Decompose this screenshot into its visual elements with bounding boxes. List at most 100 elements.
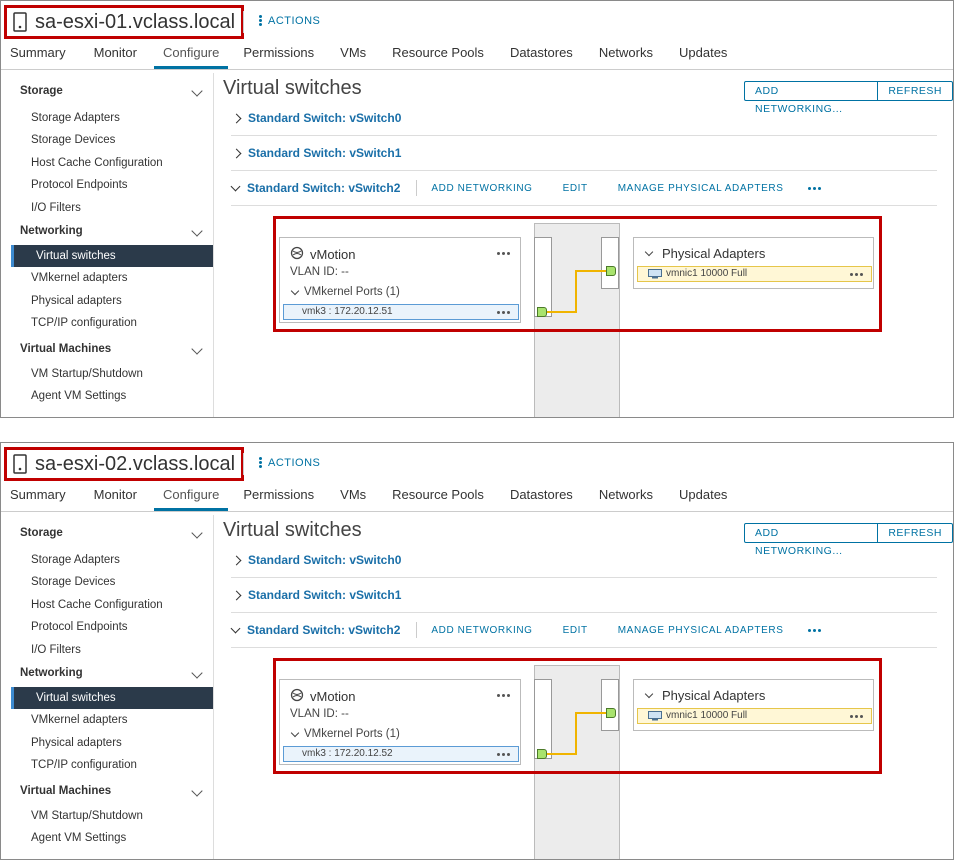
- sidebar-group-networking[interactable]: Networking: [1, 219, 213, 243]
- tab-configure[interactable]: Configure: [153, 43, 229, 69]
- toolbar: ADD NETWORKING... REFRESH: [744, 523, 953, 557]
- edit-link[interactable]: EDIT: [563, 625, 588, 636]
- switch-row-vswitch2[interactable]: Standard Switch: vSwitch2 ADD NETWORKING…: [230, 171, 937, 206]
- tab-resource-pools[interactable]: Resource Pools: [383, 43, 493, 69]
- refresh-button[interactable]: REFRESH: [877, 524, 952, 542]
- highlight-box: [273, 658, 882, 774]
- refresh-button[interactable]: REFRESH: [877, 82, 952, 100]
- host-panel-1: sa-esxi-01.vclass.local ACTIONS Summary …: [0, 0, 954, 418]
- sidebar-item-vmkernel-adapters[interactable]: VMkernel adapters: [1, 267, 213, 289]
- tab-summary[interactable]: Summary: [1, 43, 75, 69]
- sidebar-item-agent-vm-settings[interactable]: Agent VM Settings: [1, 385, 213, 407]
- tab-configure[interactable]: Configure: [153, 485, 229, 511]
- sidebar-item-protocol-endpoints[interactable]: Protocol Endpoints: [1, 174, 213, 196]
- sidebar-group-virtual-machines[interactable]: Virtual Machines: [1, 337, 213, 361]
- sidebar-item-storage-devices[interactable]: Storage Devices: [1, 129, 213, 151]
- tab-vms[interactable]: VMs: [331, 485, 375, 511]
- sidebar-item-physical-adapters[interactable]: Physical adapters: [1, 290, 213, 312]
- switch-row-vswitch2[interactable]: Standard Switch: vSwitch2 ADD NETWORKING…: [230, 613, 937, 648]
- sidebar-item-virtual-switches[interactable]: Virtual switches: [11, 686, 213, 710]
- sidebar-item-host-cache[interactable]: Host Cache Configuration: [1, 594, 213, 616]
- divider: [416, 622, 418, 638]
- sidebar-group-virtual-machines[interactable]: Virtual Machines: [1, 779, 213, 803]
- tab-updates[interactable]: Updates: [670, 43, 736, 69]
- chevron-right-icon: [231, 590, 242, 600]
- sidebar-group-networking[interactable]: Networking: [1, 661, 213, 685]
- tab-resource-pools[interactable]: Resource Pools: [383, 485, 493, 511]
- tab-summary[interactable]: Summary: [1, 485, 75, 511]
- actions-label: ACTIONS: [268, 456, 321, 469]
- sidebar-item-tcpip-configuration[interactable]: TCP/IP configuration: [1, 754, 213, 776]
- switch-label[interactable]: Standard Switch: vSwitch1: [248, 588, 401, 602]
- chevron-down-icon: [230, 181, 241, 191]
- sidebar-item-storage-devices[interactable]: Storage Devices: [1, 571, 213, 593]
- server-icon: [13, 454, 27, 474]
- tab-separator: [1, 511, 953, 512]
- sidebar-item-protocol-endpoints[interactable]: Protocol Endpoints: [1, 616, 213, 638]
- sidebar-item-io-filters[interactable]: I/O Filters: [1, 197, 213, 219]
- manage-physical-adapters-link[interactable]: MANAGE PHYSICAL ADAPTERS: [618, 183, 784, 194]
- sidebar-item-agent-vm-settings[interactable]: Agent VM Settings: [1, 827, 213, 849]
- tab-datastores[interactable]: Datastores: [501, 43, 582, 69]
- sidebar: Storage Storage Adapters Storage Devices…: [1, 515, 214, 859]
- page-title: Virtual switches: [223, 519, 362, 541]
- header-divider: [243, 453, 244, 475]
- server-icon: [13, 12, 27, 32]
- actions-button[interactable]: ACTIONS: [259, 456, 320, 469]
- host-name: sa-esxi-01.vclass.local: [35, 10, 236, 33]
- sidebar-item-storage-adapters[interactable]: Storage Adapters: [1, 549, 213, 571]
- switch-label[interactable]: Standard Switch: vSwitch0: [248, 111, 401, 125]
- switch-row-vswitch1[interactable]: Standard Switch: vSwitch1: [231, 578, 937, 613]
- sidebar-group-storage[interactable]: Storage: [1, 521, 213, 545]
- tab-datastores[interactable]: Datastores: [501, 485, 582, 511]
- tab-permissions[interactable]: Permissions: [234, 485, 323, 511]
- tab-permissions[interactable]: Permissions: [234, 43, 323, 69]
- switch-row-vswitch0[interactable]: Standard Switch: vSwitch0: [231, 101, 937, 136]
- highlight-box: [273, 216, 882, 332]
- tab-networks[interactable]: Networks: [590, 43, 662, 69]
- sidebar-item-vm-startup[interactable]: VM Startup/Shutdown: [1, 363, 213, 385]
- tab-bar: Summary Monitor Configure Permissions VM…: [1, 485, 736, 511]
- main-content: Virtual switches ADD NETWORKING... REFRE…: [223, 515, 953, 859]
- sidebar-item-io-filters[interactable]: I/O Filters: [1, 639, 213, 661]
- chevron-down-icon: [191, 85, 203, 97]
- tab-monitor[interactable]: Monitor: [85, 43, 146, 69]
- switch-row-vswitch0[interactable]: Standard Switch: vSwitch0: [231, 543, 937, 578]
- host-title: sa-esxi-02.vclass.local: [4, 447, 245, 481]
- tab-vms[interactable]: VMs: [331, 43, 375, 69]
- more-actions-icon[interactable]: [807, 628, 821, 632]
- add-networking-button[interactable]: ADD NETWORKING...: [745, 82, 877, 115]
- sidebar-item-virtual-switches[interactable]: Virtual switches: [11, 244, 213, 268]
- chevron-down-icon: [191, 527, 203, 539]
- switch-label[interactable]: Standard Switch: vSwitch2: [247, 623, 400, 637]
- sidebar-item-physical-adapters[interactable]: Physical adapters: [1, 732, 213, 754]
- sidebar-item-vm-startup[interactable]: VM Startup/Shutdown: [1, 805, 213, 827]
- host-panel-2: sa-esxi-02.vclass.local ACTIONS Summary …: [0, 442, 954, 860]
- edit-link[interactable]: EDIT: [563, 183, 588, 194]
- actions-button[interactable]: ACTIONS: [259, 14, 320, 27]
- switch-row-vswitch1[interactable]: Standard Switch: vSwitch1: [231, 136, 937, 171]
- sidebar-item-vmkernel-adapters[interactable]: VMkernel adapters: [1, 709, 213, 731]
- switch-label[interactable]: Standard Switch: vSwitch0: [248, 553, 401, 567]
- host-name: sa-esxi-02.vclass.local: [35, 452, 236, 475]
- chevron-down-icon: [191, 342, 203, 355]
- add-networking-link[interactable]: ADD NETWORKING: [431, 625, 532, 636]
- more-actions-icon[interactable]: [807, 186, 821, 190]
- sidebar-item-storage-adapters[interactable]: Storage Adapters: [1, 107, 213, 129]
- chevron-down-icon: [191, 225, 203, 237]
- tab-networks[interactable]: Networks: [590, 485, 662, 511]
- sidebar-group-storage[interactable]: Storage: [1, 79, 213, 103]
- chevron-down-icon: [230, 623, 241, 633]
- chevron-right-icon: [231, 113, 242, 123]
- manage-physical-adapters-link[interactable]: MANAGE PHYSICAL ADAPTERS: [618, 625, 784, 636]
- tab-separator: [1, 69, 953, 70]
- chevron-down-icon: [191, 667, 203, 679]
- switch-label[interactable]: Standard Switch: vSwitch1: [248, 146, 401, 160]
- sidebar-item-tcpip-configuration[interactable]: TCP/IP configuration: [1, 312, 213, 334]
- sidebar-item-host-cache[interactable]: Host Cache Configuration: [1, 152, 213, 174]
- add-networking-link[interactable]: ADD NETWORKING: [431, 183, 532, 194]
- tab-updates[interactable]: Updates: [670, 485, 736, 511]
- add-networking-button[interactable]: ADD NETWORKING...: [745, 524, 877, 557]
- switch-label[interactable]: Standard Switch: vSwitch2: [247, 181, 400, 195]
- tab-monitor[interactable]: Monitor: [85, 485, 146, 511]
